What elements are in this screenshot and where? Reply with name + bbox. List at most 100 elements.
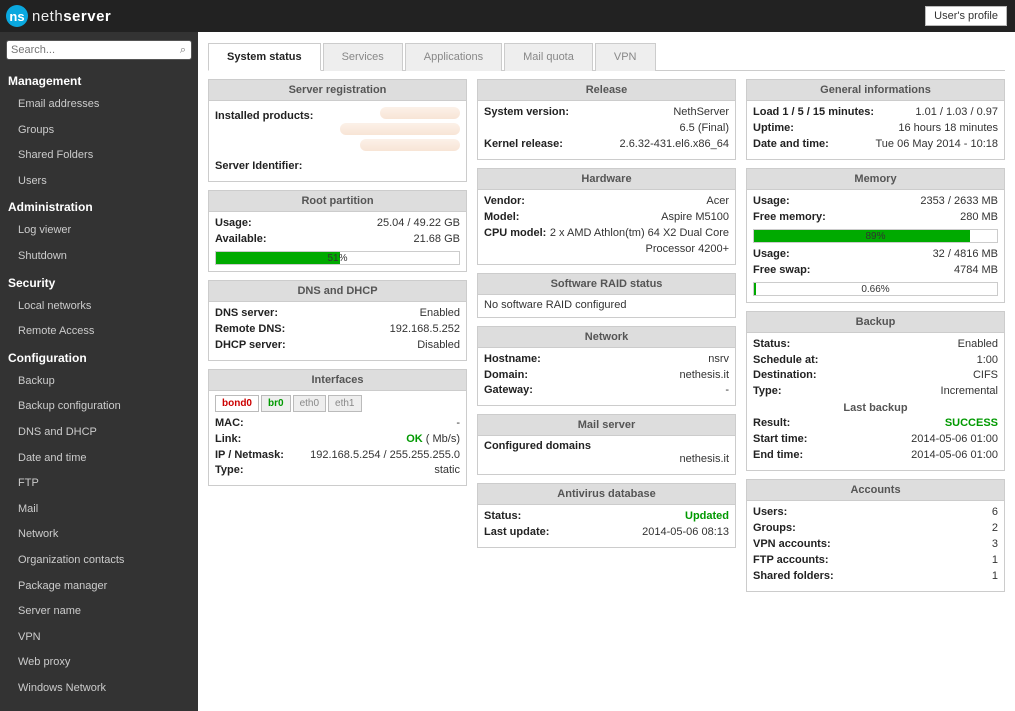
- tab-applications[interactable]: Applications: [405, 43, 502, 71]
- nav-item-ftp[interactable]: FTP: [0, 471, 198, 497]
- nav-item-shared-folders[interactable]: Shared Folders: [0, 143, 198, 169]
- backup-label: Schedule at:: [753, 353, 818, 369]
- rootp-percent: 51%: [216, 252, 459, 266]
- nav-item-backup[interactable]: Backup: [0, 369, 198, 395]
- nav-item-web-proxy[interactable]: Web proxy: [0, 650, 198, 676]
- iface-tab-bond0[interactable]: bond0: [215, 395, 259, 412]
- release-row: Kernel release: 2.6.32-431.el6.x86_64: [484, 137, 729, 153]
- brand-name-bold: server: [63, 8, 111, 25]
- server-identifier-label: Server Identifier:: [215, 159, 302, 175]
- iface-value: -: [456, 416, 460, 432]
- nav-item-backup-configuration[interactable]: Backup configuration: [0, 394, 198, 420]
- ram-percent: 89%: [754, 230, 997, 244]
- backup-last-value: 2014-05-06 01:00: [911, 448, 998, 464]
- gen-label: Date and time:: [753, 137, 829, 153]
- panel-title: Backup: [747, 312, 1004, 333]
- nav-item-local-networks[interactable]: Local networks: [0, 294, 198, 320]
- net-label: Domain:: [484, 368, 528, 384]
- tab-mail-quota[interactable]: Mail quota: [504, 43, 593, 71]
- nav-item-groups[interactable]: Groups: [0, 118, 198, 144]
- interfaces-panel: Interfaces bond0br0eth0eth1 MAC:-Link:OK…: [208, 369, 467, 487]
- av-status-value: Updated: [685, 509, 729, 525]
- brand: ns nethserver: [6, 5, 111, 27]
- swap-row: Free swap:4784 MB: [753, 263, 998, 279]
- panel-title: Antivirus database: [478, 484, 735, 505]
- panel-title: General informations: [747, 80, 1004, 101]
- net-label: Hostname:: [484, 352, 541, 368]
- nav-item-remote-access[interactable]: Remote Access: [0, 319, 198, 345]
- nav-item-shutdown[interactable]: Shutdown: [0, 244, 198, 270]
- ram-value: 2353 / 2633 MB: [920, 194, 998, 210]
- iface-tab-eth1[interactable]: eth1: [328, 395, 361, 412]
- general-info-panel: General informations Load 1 / 5 / 15 min…: [746, 79, 1005, 160]
- iface-tab-br0[interactable]: br0: [261, 395, 291, 412]
- acc-value: 2: [992, 521, 998, 537]
- nav-item-email-addresses[interactable]: Email addresses: [0, 92, 198, 118]
- nav-item-server-name[interactable]: Server name: [0, 599, 198, 625]
- nav-item-network[interactable]: Network: [0, 522, 198, 548]
- dns-value: 192.168.5.252: [390, 322, 460, 338]
- panel-title: Mail server: [478, 415, 735, 436]
- iface-tab-eth0[interactable]: eth0: [293, 395, 326, 412]
- dns-label: DNS server:: [215, 306, 278, 322]
- panel-title: Accounts: [747, 480, 1004, 501]
- tab-system-status[interactable]: System status: [208, 43, 321, 71]
- users-profile-button[interactable]: User's profile: [925, 6, 1007, 26]
- antivirus-panel: Antivirus database Status:Updated Last u…: [477, 483, 736, 548]
- tab-services[interactable]: Services: [323, 43, 403, 71]
- iface-value: OK ( Mb/s): [406, 432, 460, 448]
- release-label: Kernel release:: [484, 137, 563, 153]
- iface-row: Type:static: [215, 463, 460, 479]
- nav-item-mail[interactable]: Mail: [0, 497, 198, 523]
- panel-title: Interfaces: [209, 370, 466, 391]
- iface-label: Link:: [215, 432, 241, 448]
- av-last-value: 2014-05-06 08:13: [642, 525, 729, 541]
- dns-value: Enabled: [420, 306, 460, 322]
- backup-label: Destination:: [753, 368, 817, 384]
- nav-item-windows-network[interactable]: Windows Network: [0, 676, 198, 702]
- backup-label: Type:: [753, 384, 782, 400]
- release-value: 2.6.32-431.el6.x86_64: [620, 137, 729, 153]
- nav-item-organization-contacts[interactable]: Organization contacts: [0, 548, 198, 574]
- acc-row: Shared folders:1: [753, 569, 998, 585]
- av-last-label: Last update:: [484, 525, 549, 541]
- dns-row: DHCP server:Disabled: [215, 338, 460, 354]
- ram-value: 280 MB: [960, 210, 998, 226]
- panel-title: Memory: [747, 169, 1004, 190]
- gen-value: Tue 06 May 2014 - 10:18: [875, 137, 998, 153]
- server-registration-panel: Server registration Installed products: …: [208, 79, 467, 182]
- nav-item-vpn[interactable]: VPN: [0, 625, 198, 651]
- net-row: Domain:nethesis.it: [484, 368, 729, 384]
- backup-row: Schedule at:1:00: [753, 353, 998, 369]
- hw-value: Aspire M5100: [661, 210, 729, 226]
- backup-value: Incremental: [941, 384, 998, 400]
- gen-value: 1.01 / 1.03 / 0.97: [915, 105, 998, 121]
- nav-item-log-viewer[interactable]: Log viewer: [0, 218, 198, 244]
- memory-panel: Memory Usage:2353 / 2633 MBFree memory:2…: [746, 168, 1005, 303]
- release-value: NethServer: [673, 105, 729, 121]
- backup-last-label: Start time:: [753, 432, 807, 448]
- acc-label: Users:: [753, 505, 787, 521]
- net-row: Gateway:-: [484, 383, 729, 399]
- acc-value: 3: [992, 537, 998, 553]
- nav-section-configuration: Configuration: [0, 345, 198, 369]
- backup-value: CIFS: [973, 368, 998, 384]
- panel-title: Server registration: [209, 80, 466, 101]
- swap-label: Usage:: [753, 247, 790, 263]
- iface-label: Type:: [215, 463, 244, 479]
- tab-vpn[interactable]: VPN: [595, 43, 656, 71]
- mail-panel: Mail server Configured domains nethesis.…: [477, 414, 736, 475]
- search-input[interactable]: [6, 40, 192, 60]
- swap-percent: 0.66%: [754, 283, 997, 297]
- backup-panel: Backup Status:EnabledSchedule at:1:00Des…: [746, 311, 1005, 472]
- nav-item-date-and-time[interactable]: Date and time: [0, 446, 198, 472]
- acc-row: VPN accounts:3: [753, 537, 998, 553]
- raid-text: No software RAID configured: [484, 299, 729, 311]
- nav-item-package-manager[interactable]: Package manager: [0, 574, 198, 600]
- nav-item-dns-and-dhcp[interactable]: DNS and DHCP: [0, 420, 198, 446]
- nav-item-users[interactable]: Users: [0, 169, 198, 195]
- net-row: Hostname:nsrv: [484, 352, 729, 368]
- sidebar: ⌕ ManagementEmail addressesGroupsShared …: [0, 32, 198, 711]
- hw-value: 2 x AMD Athlon(tm) 64 X2 Dual Core Proce…: [546, 226, 729, 258]
- installed-products-label: Installed products:: [215, 109, 313, 125]
